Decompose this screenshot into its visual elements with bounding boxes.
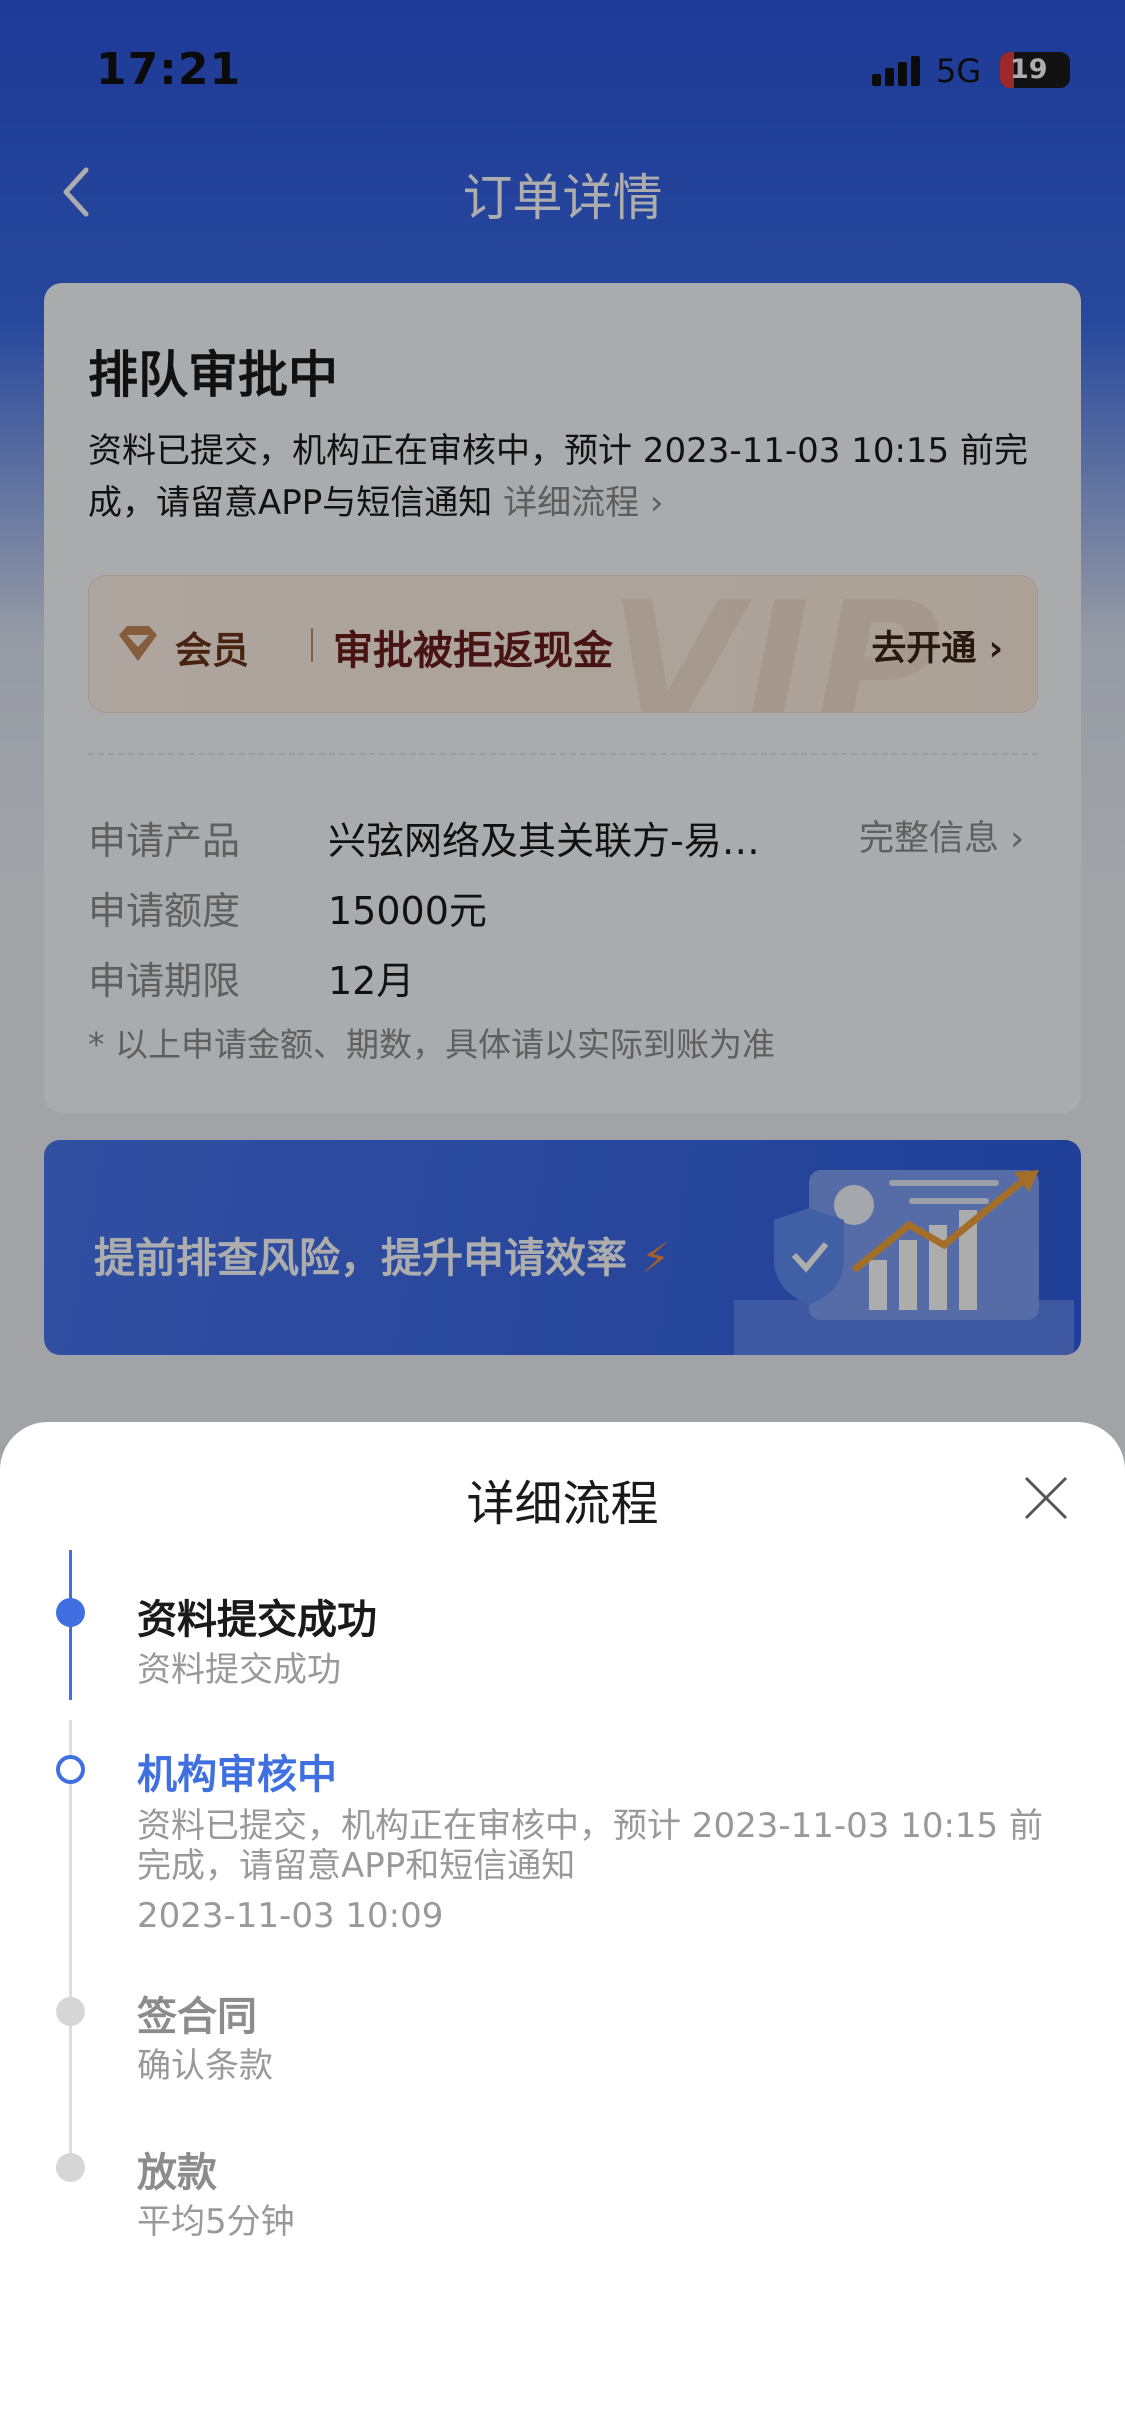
step-dot-pending [56,2153,85,2182]
step-title: 放款 [137,2150,217,2196]
step-desc: 资料已提交，机构正在审核中，预计 2023-11-03 10:15 前完成，请留… [137,1806,1043,1886]
step-dot-done [56,1598,85,1627]
step-title: 机构审核中 [137,1752,337,1798]
timeline-line-pending [69,1720,72,2160]
step-title: 资料提交成功 [137,1597,377,1643]
step-desc: 确认条款 [137,2046,273,2086]
process-bottom-sheet: 详细流程 资料提交成功 资料提交成功 机构审核中 资料已提交，机构正在审核中，预… [0,1422,1125,2435]
step-title: 签合同 [137,1994,257,2040]
step-dot-pending [56,1997,85,2026]
close-icon[interactable] [1022,1474,1070,1522]
step-desc: 资料提交成功 [137,1650,341,1690]
sheet-title: 详细流程 [466,1476,659,1532]
step-time: 2023-11-03 10:09 [137,1896,444,1936]
step-dot-current [56,1755,85,1784]
step-desc: 平均5分钟 [137,2202,295,2242]
